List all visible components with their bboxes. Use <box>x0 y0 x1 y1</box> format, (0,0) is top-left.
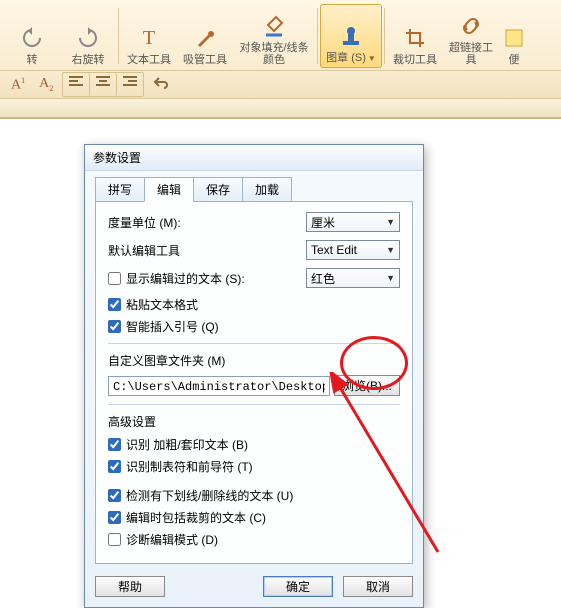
crop-button[interactable]: 裁切工具 <box>387 4 443 68</box>
text-tool-button[interactable]: T 文本工具 <box>121 4 177 68</box>
stamp-icon <box>339 22 363 50</box>
include-clip-checkbox[interactable] <box>108 511 121 524</box>
tab-strip: 拼写 编辑 保存 加载 <box>85 171 423 202</box>
debug-mode-checkbox[interactable] <box>108 533 121 546</box>
dialog-title: 参数设置 <box>93 149 141 166</box>
default-tool-label: 默认编辑工具 <box>108 242 306 259</box>
tab-spell[interactable]: 拼写 <box>95 177 145 202</box>
dropdown-arrow-icon: ▼ <box>386 273 395 283</box>
eyedropper-button[interactable]: 吸管工具 <box>177 4 233 68</box>
separator <box>384 8 385 64</box>
help-button[interactable]: 帮助 <box>95 576 165 597</box>
detect-strike-checkbox[interactable] <box>108 489 121 502</box>
cancel-button[interactable]: 取消 <box>343 576 413 597</box>
text-tool-icon: T <box>143 24 155 52</box>
undo-button[interactable] <box>148 72 174 97</box>
rotate-right-icon <box>77 24 99 52</box>
link-icon <box>460 12 482 40</box>
detect-bold-label: 识别 加粗/套印文本 (B) <box>126 436 248 453</box>
show-edited-label: 显示编辑过的文本 (S): <box>126 270 306 287</box>
dialog-button-row: 帮助 确定 取消 <box>85 572 423 607</box>
crop-icon <box>404 24 426 52</box>
bucket-icon <box>262 12 286 40</box>
ribbon-toolbar: 转 右旋转 T 文本工具 吸管工具 对象填充/线条颜色 <box>0 0 561 71</box>
dropdown-arrow-icon: ▼ <box>368 54 376 63</box>
stamp-folder-label: 自定义图章文件夹 (M) <box>108 352 400 369</box>
dialog-titlebar[interactable]: 参数设置 <box>85 145 423 171</box>
smart-quotes-label: 智能插入引号 (Q) <box>126 318 219 335</box>
advanced-label: 高级设置 <box>108 413 400 430</box>
unit-label: 度量单位 (M): <box>108 214 306 231</box>
separator <box>317 8 318 64</box>
align-group <box>62 72 144 97</box>
tab-load[interactable]: 加载 <box>242 177 292 202</box>
rotate-right-button[interactable]: 右旋转 <box>60 4 116 68</box>
align-center-button[interactable] <box>90 73 117 96</box>
subscript-button[interactable]: A2 <box>34 73 58 96</box>
edited-color-select[interactable]: 红色 ▼ <box>306 268 400 288</box>
detect-tabs-checkbox[interactable] <box>108 460 121 473</box>
show-edited-checkbox[interactable] <box>108 272 121 285</box>
note-icon <box>504 24 524 52</box>
hyperlink-button[interactable]: 超链接工具 <box>443 4 499 68</box>
tab-edit[interactable]: 编辑 <box>144 177 194 202</box>
detect-strike-label: 检测有下划线/删除线的文本 (U) <box>126 487 293 504</box>
rotate-left-button[interactable]: 转 <box>4 4 60 68</box>
paste-format-checkbox[interactable] <box>108 298 121 311</box>
default-tool-select[interactable]: Text Edit ▼ <box>306 240 400 260</box>
unit-select[interactable]: 厘米 ▼ <box>306 212 400 232</box>
detect-bold-checkbox[interactable] <box>108 438 121 451</box>
paste-format-label: 粘贴文本格式 <box>126 296 198 313</box>
ok-button[interactable]: 确定 <box>263 576 333 597</box>
stamp-button[interactable]: 图章 (S)▼ <box>320 4 382 68</box>
align-left-button[interactable] <box>63 73 90 96</box>
sticky-note-button[interactable]: 便 <box>499 4 529 68</box>
fill-stroke-button[interactable]: 对象填充/线条颜色 <box>233 4 315 68</box>
eyedropper-icon <box>194 24 216 52</box>
debug-mode-label: 诊断编辑模式 (D) <box>126 531 218 548</box>
browse-button[interactable]: 浏览(B)... <box>334 375 400 396</box>
include-clip-label: 编辑时包括裁剪的文本 (C) <box>126 509 266 526</box>
ruler <box>0 99 561 119</box>
smart-quotes-checkbox[interactable] <box>108 320 121 333</box>
stamp-folder-input[interactable] <box>108 376 330 396</box>
rotate-left-icon <box>21 24 43 52</box>
detect-tabs-label: 识别制表符和前导符 (T) <box>126 458 253 475</box>
separator <box>118 8 119 64</box>
dropdown-arrow-icon: ▼ <box>386 217 395 227</box>
tab-save[interactable]: 保存 <box>193 177 243 202</box>
tab-panel-edit: 度量单位 (M): 厘米 ▼ 默认编辑工具 Text Edit ▼ 显示编辑过的… <box>95 201 413 564</box>
superscript-button[interactable]: A1 <box>6 73 30 97</box>
dropdown-arrow-icon: ▼ <box>386 245 395 255</box>
formatting-subbar: A1 A2 <box>0 71 561 99</box>
align-right-button[interactable] <box>117 73 143 96</box>
settings-dialog: 参数设置 拼写 编辑 保存 加载 度量单位 (M): 厘米 ▼ 默认编辑工具 T… <box>84 144 424 608</box>
